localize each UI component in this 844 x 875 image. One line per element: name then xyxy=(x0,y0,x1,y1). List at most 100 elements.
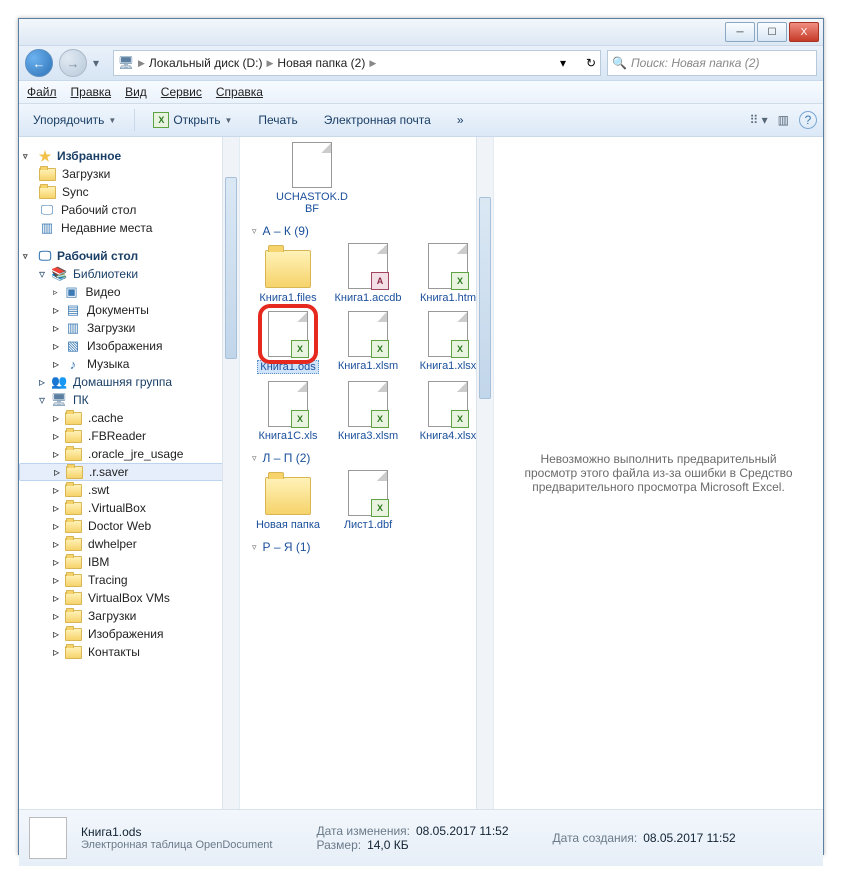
nav-history-dropdown[interactable]: ▾ xyxy=(93,56,107,70)
file-item[interactable]: XКнига3.xlsm xyxy=(332,380,404,442)
breadcrumb[interactable]: 🖥 ▶ Локальный диск (D:) ▶ Новая папка (2… xyxy=(113,50,601,76)
nav-folder[interactable]: ▹Контакты xyxy=(19,643,239,661)
more-commands-button[interactable]: » xyxy=(449,110,472,130)
nav-folder[interactable]: ▹Tracing xyxy=(19,571,239,589)
video-icon: ▣ xyxy=(64,285,80,299)
group-header[interactable]: ▿Р – Я (1) xyxy=(248,537,493,558)
folder-icon xyxy=(65,520,82,533)
nav-folder[interactable]: ▹Изображения xyxy=(19,625,239,643)
access-badge-icon: A xyxy=(371,272,389,290)
menu-help[interactable]: Справка xyxy=(216,85,263,99)
file-item[interactable]: XКнига1.xlsm xyxy=(332,310,404,374)
file-item[interactable]: Книга1.files xyxy=(252,242,324,304)
file-item[interactable]: XЛист1.dbf xyxy=(332,469,404,531)
chevron-right-icon[interactable]: ▶ xyxy=(369,58,376,69)
nav-folder[interactable]: ▹Загрузки xyxy=(19,607,239,625)
favorites-header[interactable]: ▿★Избранное xyxy=(19,147,239,165)
file-label: UCHASTOK.DBF xyxy=(276,191,348,215)
nav-folder[interactable]: ▹.r.saver xyxy=(19,463,239,481)
organize-button[interactable]: Упорядочить▼ xyxy=(25,110,124,130)
print-button[interactable]: Печать xyxy=(250,110,305,130)
pc-icon: 🖥 xyxy=(118,56,134,70)
scrollbar-thumb[interactable] xyxy=(479,197,491,399)
scrollbar-thumb[interactable] xyxy=(225,177,237,359)
group-label: А – К (9) xyxy=(263,224,309,238)
group-header[interactable]: ▿А – К (9) xyxy=(248,221,493,242)
group-label: Л – П (2) xyxy=(263,451,311,465)
body: ▿★Избранное Загрузки Sync 🖵Рабочий стол … xyxy=(19,137,823,809)
nav-music[interactable]: ▹♪Музыка xyxy=(19,355,239,373)
nav-scrollbar[interactable] xyxy=(222,137,239,809)
file-item[interactable]: AКнига1.accdb xyxy=(332,242,404,304)
nav-item-label: Tracing xyxy=(88,573,128,587)
folder-icon xyxy=(65,556,82,569)
group-header[interactable]: ▿Л – П (2) xyxy=(248,448,493,469)
open-button[interactable]: X Открыть▼ xyxy=(145,109,240,131)
file-item[interactable]: XКнига1.htm xyxy=(412,242,484,304)
file-icon: X xyxy=(268,311,308,357)
pc-icon: 🖥 xyxy=(51,393,67,407)
nav-folder[interactable]: ▹.swt xyxy=(19,481,239,499)
file-item[interactable]: Новая папка xyxy=(252,469,324,531)
maximize-button[interactable]: ☐ xyxy=(757,22,787,42)
monitor-icon: 🖵 xyxy=(39,203,55,217)
nav-folder[interactable]: ▹dwhelper xyxy=(19,535,239,553)
nav-pc[interactable]: ▿🖥ПК xyxy=(19,391,239,409)
titlebar[interactable]: ─ ☐ X xyxy=(19,19,823,46)
nav-folder[interactable]: ▹Doctor Web xyxy=(19,517,239,535)
file-item[interactable]: XКнига1.xlsx xyxy=(412,310,484,374)
file-icon: X xyxy=(348,311,388,357)
downloads-icon: ▥ xyxy=(65,321,81,335)
menu-file[interactable]: Файл xyxy=(27,85,57,99)
close-button[interactable]: X xyxy=(789,22,819,42)
email-button[interactable]: Электронная почта xyxy=(316,110,439,130)
menu-view[interactable]: Вид xyxy=(125,85,147,99)
nav-folder[interactable]: ▹.FBReader xyxy=(19,427,239,445)
help-button[interactable]: ? xyxy=(799,111,817,129)
menu-tools[interactable]: Сервис xyxy=(161,85,202,99)
nav-libraries[interactable]: ▿📚Библиотеки xyxy=(19,265,239,283)
nav-folder[interactable]: ▹VirtualBox VMs xyxy=(19,589,239,607)
refresh-button[interactable]: ↻ xyxy=(586,56,596,70)
preview-pane-button[interactable]: ▥ xyxy=(778,113,789,127)
nav-folder[interactable]: ▹.VirtualBox xyxy=(19,499,239,517)
file-label: Книга1.xlsx xyxy=(420,360,477,372)
file-item[interactable]: XКнига1С.xls xyxy=(252,380,324,442)
breadcrumb-segment[interactable]: Локальный диск (D:) xyxy=(149,56,263,70)
nav-folder[interactable]: ▹.oracle_jre_usage xyxy=(19,445,239,463)
content-scrollbar[interactable] xyxy=(476,137,493,809)
file-item[interactable]: XКнига4.xlsx xyxy=(412,380,484,442)
nav-item-label: Изображения xyxy=(88,627,163,641)
nav-video[interactable]: ▹▣Видео xyxy=(19,283,239,301)
nav-sync[interactable]: Sync xyxy=(19,183,239,201)
nav-forward-button[interactable]: → xyxy=(59,49,87,77)
nav-images[interactable]: ▹▧Изображения xyxy=(19,337,239,355)
nav-documents[interactable]: ▹▤Документы xyxy=(19,301,239,319)
preview-message: Невозможно выполнить предварительный про… xyxy=(514,452,803,494)
view-options-button[interactable]: ⠿ ▾ xyxy=(750,113,768,127)
search-input[interactable]: 🔍 Поиск: Нoвая nanка (2) xyxy=(607,50,817,76)
folder-icon xyxy=(39,186,56,199)
file-item[interactable]: UCHASTOK.DBF xyxy=(276,141,348,215)
breadcrumb-segment[interactable]: Новая папка (2) xyxy=(277,56,365,70)
minimize-button[interactable]: ─ xyxy=(725,22,755,42)
folder-icon xyxy=(65,610,82,623)
nav-folder[interactable]: ▹IBM xyxy=(19,553,239,571)
nav-folder[interactable]: ▹.cache xyxy=(19,409,239,427)
desktop-header[interactable]: ▿🖵Рабочий стол xyxy=(19,247,239,265)
nav-back-button[interactable]: ← xyxy=(25,49,53,77)
chevron-right-icon[interactable]: ▶ xyxy=(266,58,273,69)
nav-downloads[interactable]: Загрузки xyxy=(19,165,239,183)
nav-downloads-lib[interactable]: ▹▥Загрузки xyxy=(19,319,239,337)
breadcrumb-dropdown-button[interactable]: ▾ xyxy=(560,56,582,70)
nav-recent[interactable]: ▥Недавние места xyxy=(19,219,239,237)
nav-homegroup[interactable]: ▹👥Домашняя группа xyxy=(19,373,239,391)
nav-desktop[interactable]: 🖵Рабочий стол xyxy=(19,201,239,219)
menu-edit[interactable]: Правка xyxy=(71,85,112,99)
monitor-icon: 🖵 xyxy=(37,249,53,263)
folder-icon xyxy=(65,646,82,659)
chevron-right-icon[interactable]: ▶ xyxy=(138,58,145,69)
file-item[interactable]: XКнига1.ods xyxy=(252,310,324,374)
navigation-pane: ▿★Избранное Загрузки Sync 🖵Рабочий стол … xyxy=(19,137,240,809)
nav-item-label: IBM xyxy=(88,555,109,569)
